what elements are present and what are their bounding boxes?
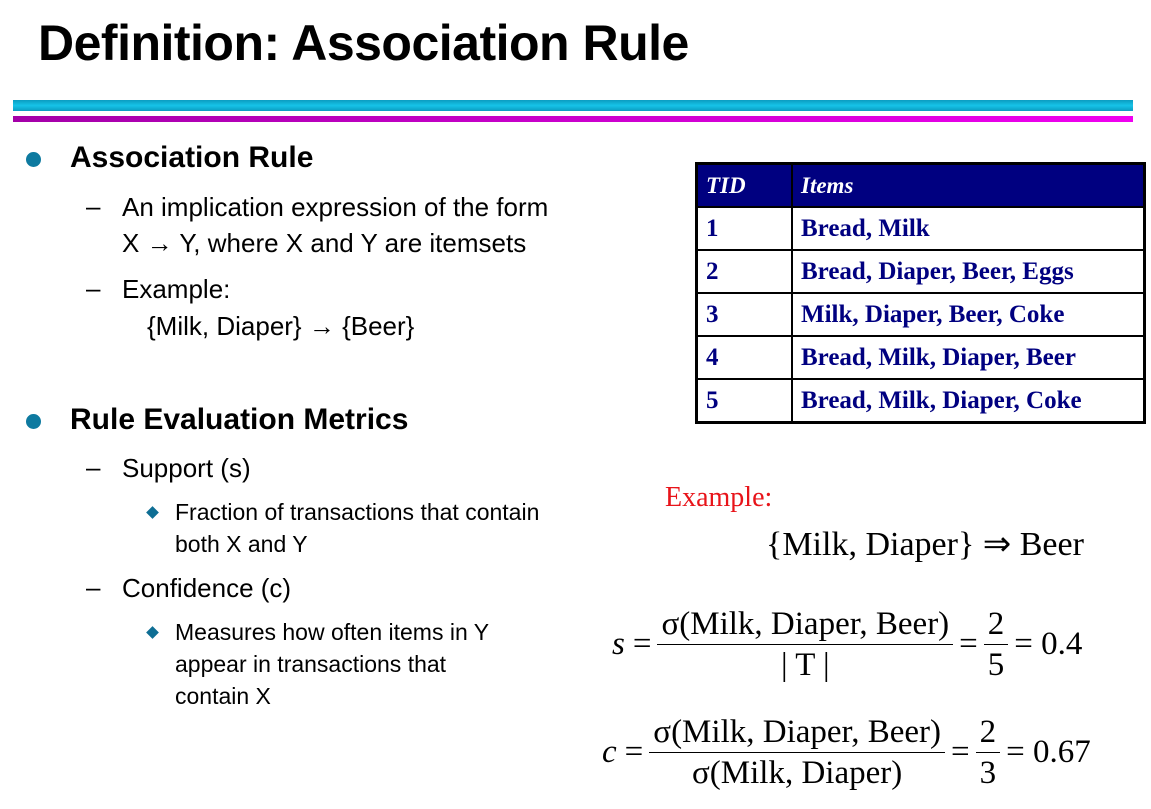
- tid-cell: 1: [695, 206, 793, 251]
- support-result: = 0.4: [1014, 626, 1083, 662]
- denominator: σ(Milk, Diaper): [692, 755, 903, 791]
- item-line: Confidence (c): [122, 573, 292, 603]
- tid-cell: 4: [695, 335, 793, 380]
- items-cell: Milk, Diaper, Beer, Coke: [791, 292, 1146, 337]
- item-line: Support (s): [122, 453, 251, 483]
- tid-cell: 3: [695, 292, 793, 337]
- transactions-table: TID Items 1 Bread, Milk 2 Bread, Diaper, B…: [695, 162, 1146, 424]
- table-row: 4 Bread, Milk, Diaper, Beer: [695, 335, 1146, 380]
- example-label: Example:: [665, 482, 773, 513]
- support-value-fraction: 2 5: [983, 604, 1009, 685]
- items-cell: Bread, Diaper, Beer, Eggs: [791, 249, 1146, 294]
- diamond-bullet-icon: [146, 506, 159, 519]
- table-row: 1 Bread, Milk: [695, 206, 1146, 251]
- header-tid: TID: [695, 162, 793, 208]
- table-header-row: TID Items: [695, 162, 1146, 208]
- tid-cell: 2: [695, 249, 793, 294]
- header-items: Items: [791, 162, 1146, 208]
- bullet-dot-icon: [26, 152, 41, 167]
- item-line: An implication expression of the form: [122, 192, 549, 222]
- table-row: 2 Bread, Diaper, Beer, Eggs: [695, 249, 1146, 294]
- cyan-divider: [13, 100, 1133, 111]
- item-line: X → Y, where X and Y are itemsets: [122, 228, 527, 258]
- slide-title: Definition: Association Rule: [38, 15, 689, 71]
- equals: =: [959, 626, 978, 662]
- item-line: Example:: [122, 274, 231, 304]
- denominator: 5: [987, 647, 1005, 683]
- support-var: s: [612, 626, 625, 662]
- equals: =: [632, 626, 652, 662]
- confidence-value-fraction: 2 3: [975, 712, 1001, 793]
- dash-icon: –: [86, 191, 101, 221]
- magenta-divider: [13, 116, 1133, 122]
- dash-icon: –: [86, 452, 101, 482]
- bullet-dot-icon: [26, 414, 41, 429]
- bullet-heading: Rule Evaluation Metrics: [70, 403, 409, 436]
- confidence-fraction: σ(Milk, Diaper, Beer) σ(Milk, Diaper): [649, 712, 945, 793]
- support-formula: s = σ(Milk, Diaper, Beer) | T | = 2 5 = …: [612, 604, 1082, 685]
- confidence-var: c: [602, 734, 617, 770]
- tid-cell: 5: [695, 378, 793, 424]
- sub-item-line: contain X: [175, 683, 271, 709]
- sub-item-line: appear in transactions that: [175, 651, 447, 677]
- slide: Definition: Association Rule Association…: [0, 0, 1151, 809]
- bullet-heading: Association Rule: [70, 141, 314, 174]
- support-fraction: σ(Milk, Diaper, Beer) | T |: [657, 604, 954, 685]
- numerator: 2: [975, 712, 1001, 753]
- dash-icon: –: [86, 273, 101, 303]
- denominator: 3: [979, 755, 997, 791]
- items-cell: Bread, Milk, Diaper, Beer: [791, 335, 1146, 380]
- example-rule: {Milk, Diaper} ⇒ Beer: [766, 526, 1084, 563]
- sub-item-line: both X and Y: [175, 531, 308, 557]
- numerator: σ(Milk, Diaper, Beer): [657, 604, 954, 645]
- items-cell: Bread, Milk: [791, 206, 1146, 251]
- numerator: σ(Milk, Diaper, Beer): [649, 712, 945, 753]
- confidence-result: = 0.67: [1006, 734, 1091, 770]
- table-row: 3 Milk, Diaper, Beer, Coke: [695, 292, 1146, 337]
- diamond-bullet-icon: [146, 626, 159, 639]
- sub-item-line: Measures how often items in Y: [175, 619, 490, 645]
- table-row: 5 Bread, Milk, Diaper, Coke: [695, 378, 1146, 424]
- dash-icon: –: [86, 572, 101, 602]
- equals: =: [950, 734, 970, 770]
- equals: =: [624, 734, 644, 770]
- confidence-formula: c = σ(Milk, Diaper, Beer) σ(Milk, Diaper…: [602, 712, 1091, 793]
- item-line: {Milk, Diaper} → {Beer}: [147, 311, 415, 341]
- numerator: 2: [983, 604, 1009, 645]
- items-cell: Bread, Milk, Diaper, Coke: [791, 378, 1146, 424]
- denominator: | T |: [780, 647, 830, 683]
- sub-item-line: Fraction of transactions that contain: [175, 499, 540, 525]
